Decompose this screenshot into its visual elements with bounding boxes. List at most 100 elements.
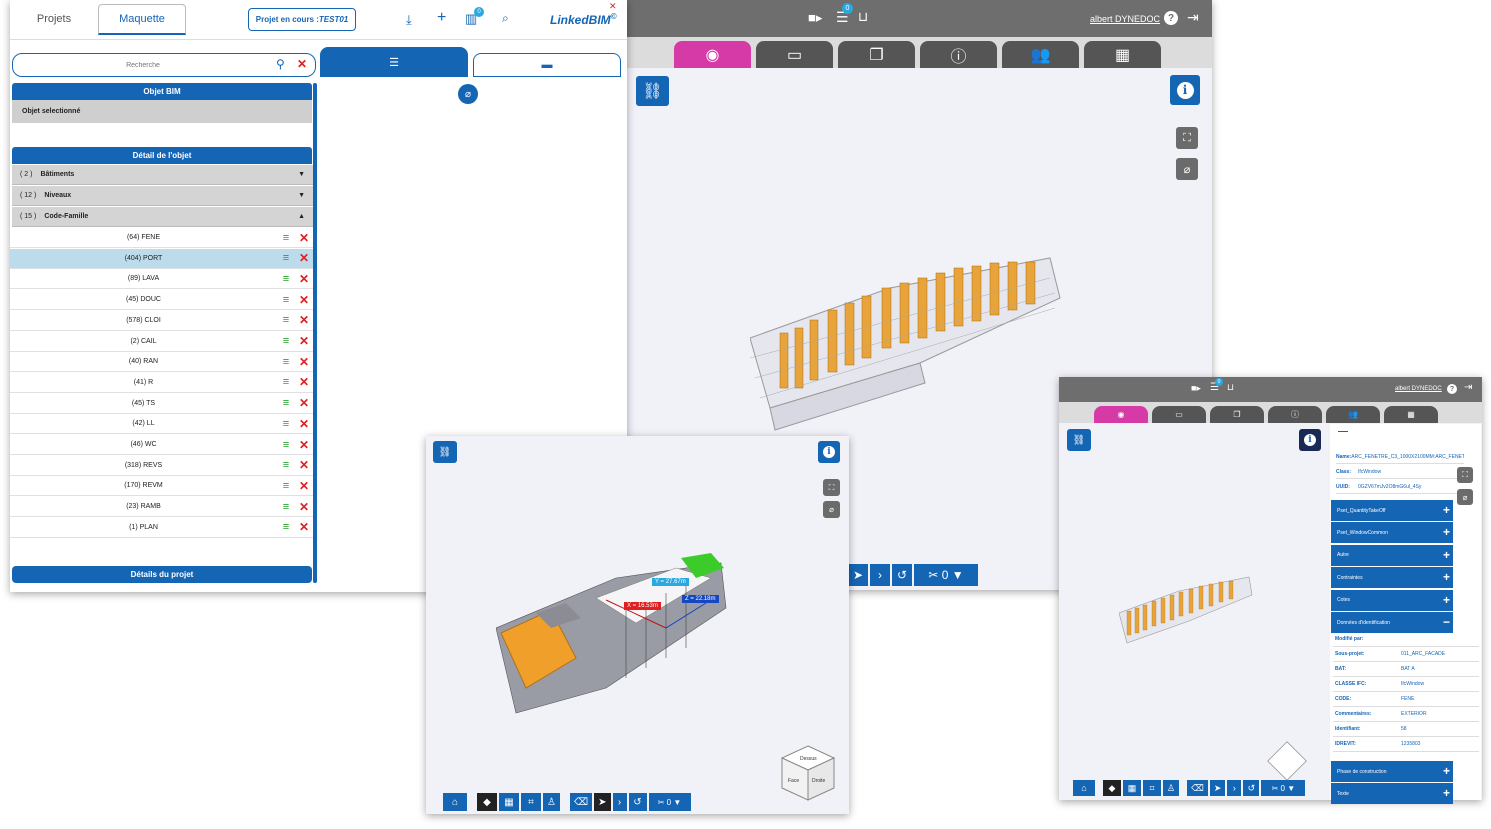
help-icon[interactable]: ? bbox=[1447, 384, 1457, 394]
tab-copy[interactable]: ❐ bbox=[838, 41, 915, 68]
filter-icon[interactable]: ≡ bbox=[277, 294, 295, 306]
property-section[interactable]: Texte + bbox=[1331, 783, 1453, 804]
attach-button[interactable]: ⌀ bbox=[458, 84, 478, 104]
filter-icon[interactable]: ≡ bbox=[277, 273, 295, 285]
property-section[interactable]: Données d'identification − bbox=[1331, 612, 1453, 633]
remove-icon[interactable]: ✕ bbox=[295, 251, 313, 265]
family-row[interactable]: (1) PLAN ≡ ✕ bbox=[10, 518, 313, 538]
info-button[interactable]: i bbox=[1299, 429, 1321, 451]
logout-icon[interactable]: ⇥ bbox=[1187, 9, 1199, 26]
remove-icon[interactable]: ✕ bbox=[295, 231, 313, 245]
remove-icon[interactable]: ✕ bbox=[295, 293, 313, 307]
attach-button[interactable]: ⌀ bbox=[1457, 489, 1473, 505]
fullscreen-button[interactable]: ⛶ bbox=[823, 479, 840, 496]
filter-icon[interactable]: ≡ bbox=[277, 480, 295, 492]
family-row[interactable]: (42) LL ≡ ✕ bbox=[10, 414, 313, 435]
remove-icon[interactable]: ✕ bbox=[295, 479, 313, 493]
family-row[interactable]: (40) RAN ≡ ✕ bbox=[10, 352, 313, 373]
tab-info[interactable]: ⓘ bbox=[1268, 406, 1322, 423]
undo-button[interactable]: ↺ bbox=[1243, 780, 1260, 796]
search-icon[interactable]: ⚲ bbox=[276, 57, 285, 71]
camera-icon[interactable]: ■▸ bbox=[808, 10, 822, 26]
undo-button[interactable]: ↺ bbox=[892, 564, 912, 586]
tab-comments[interactable]: ▭ bbox=[756, 41, 833, 68]
select-tool-button[interactable]: ➤ bbox=[848, 564, 868, 586]
filter-icon[interactable]: ≡ bbox=[277, 252, 295, 264]
remove-icon[interactable]: ✕ bbox=[295, 313, 313, 327]
home-button[interactable]: ⌂ bbox=[443, 793, 467, 811]
fullscreen-button[interactable]: ⛶ bbox=[1457, 467, 1473, 483]
nav-cube[interactable] bbox=[1267, 741, 1307, 781]
download-icon[interactable]: ⤓ bbox=[406, 12, 412, 28]
family-row[interactable]: (46) WC ≡ ✕ bbox=[10, 435, 313, 455]
search-doc-icon[interactable]: ⌕ bbox=[502, 11, 509, 26]
cube-button[interactable]: ◆ bbox=[477, 793, 497, 811]
attach-button[interactable]: ⌀ bbox=[1176, 158, 1198, 180]
next-button[interactable]: › bbox=[612, 793, 627, 811]
remove-icon[interactable]: ✕ bbox=[295, 500, 313, 514]
tab-info[interactable]: ⓘ bbox=[920, 41, 997, 68]
tab-grid[interactable]: ▦ bbox=[1084, 41, 1161, 68]
filter-icon[interactable]: ≡ bbox=[277, 356, 295, 368]
filter-icon[interactable]: ≡ bbox=[277, 418, 295, 430]
person-button[interactable]: ♙ bbox=[1163, 780, 1180, 796]
scrollbar[interactable] bbox=[313, 83, 317, 583]
grid-button[interactable]: ▦ bbox=[499, 793, 519, 811]
family-row[interactable]: (170) REVM ≡ ✕ bbox=[10, 476, 313, 497]
info-button[interactable]: i bbox=[1170, 75, 1200, 105]
next-button[interactable]: › bbox=[870, 564, 890, 586]
family-row[interactable]: (23) RAMB ≡ ✕ bbox=[10, 497, 313, 518]
filter-icon[interactable]: ≡ bbox=[277, 376, 295, 388]
remove-icon[interactable]: ✕ bbox=[295, 375, 313, 389]
viewer-canvas[interactable]: ⛓ i ⛶ ⌀ X = 16.53m Y = 27.67m Z = 22.18m… bbox=[426, 436, 849, 814]
family-row[interactable]: (45) DOUC ≡ ✕ bbox=[10, 290, 313, 311]
remove-icon[interactable]: ✕ bbox=[295, 334, 313, 348]
close-icon[interactable]: ✕ bbox=[609, 1, 617, 12]
filter-icon[interactable]: ≡ bbox=[277, 335, 295, 347]
tab-list[interactable]: ☰ bbox=[320, 47, 468, 77]
attach-button[interactable]: ⌀ bbox=[823, 501, 840, 518]
tab-users[interactable]: 👥 bbox=[1326, 406, 1380, 423]
filter-icon[interactable]: ≡ bbox=[277, 459, 295, 471]
basket-icon[interactable]: ⊔ bbox=[858, 9, 868, 25]
tab-users[interactable]: 👥 bbox=[1002, 41, 1079, 68]
filter-icon[interactable]: ≡ bbox=[277, 439, 295, 451]
remove-icon[interactable]: ✕ bbox=[295, 396, 313, 410]
family-row[interactable]: (2) CAIL ≡ ✕ bbox=[10, 332, 313, 352]
cut-tool-button[interactable]: ✂ 0 ▼ bbox=[1261, 780, 1306, 796]
eraser-button[interactable]: ⌫ bbox=[569, 793, 593, 811]
family-row[interactable]: (41) R ≡ ✕ bbox=[10, 373, 313, 393]
remove-icon[interactable]: ✕ bbox=[295, 355, 313, 369]
tab-comments[interactable]: ▬ bbox=[473, 53, 621, 77]
cube-button[interactable]: ◆ bbox=[1103, 780, 1121, 796]
logout-icon[interactable]: ⇥ bbox=[1464, 382, 1472, 393]
crop-button[interactable]: ⌗ bbox=[1143, 780, 1161, 796]
group-header[interactable]: ( 12 ) Niveaux ▼ bbox=[12, 186, 313, 206]
remove-icon[interactable]: ✕ bbox=[295, 438, 313, 452]
crop-button[interactable]: ⌗ bbox=[521, 793, 541, 811]
tree-button[interactable]: ⛓ bbox=[636, 76, 669, 106]
select-tool-button[interactable]: ➤ bbox=[1209, 780, 1226, 796]
user-name-link[interactable]: albert DYNEDOC bbox=[1090, 14, 1160, 24]
family-row[interactable]: (404) PORT ≡ ✕ bbox=[10, 248, 313, 269]
property-section[interactable]: Pset_QuantityTakeOff + bbox=[1331, 500, 1453, 521]
details-projet-button[interactable]: Détails du projet bbox=[12, 566, 312, 583]
filter-icon[interactable]: ≡ bbox=[277, 501, 295, 513]
remove-icon[interactable]: ✕ bbox=[295, 272, 313, 286]
filter-icon[interactable]: ≡ bbox=[277, 232, 295, 244]
select-tool-button[interactable]: ➤ bbox=[594, 793, 611, 811]
tree-button[interactable]: ⛓ bbox=[1067, 429, 1091, 451]
fullscreen-button[interactable]: ⛶ bbox=[1176, 127, 1198, 149]
info-button[interactable]: i bbox=[818, 441, 840, 463]
family-row[interactable]: (45) TS ≡ ✕ bbox=[10, 394, 313, 414]
property-section[interactable]: Autre + bbox=[1331, 544, 1453, 566]
undo-button[interactable]: ↺ bbox=[628, 793, 647, 811]
remove-icon[interactable]: ✕ bbox=[295, 520, 313, 534]
family-row[interactable]: (64) FENE ≡ ✕ bbox=[10, 228, 313, 248]
help-icon[interactable]: ? bbox=[1164, 11, 1178, 25]
grid-button[interactable]: ▦ bbox=[1123, 780, 1141, 796]
tab-projets[interactable]: Projets bbox=[10, 4, 98, 34]
camera-icon[interactable]: ■▸ bbox=[1191, 383, 1201, 394]
family-row[interactable]: (578) CLOI ≡ ✕ bbox=[10, 311, 313, 331]
group-header[interactable]: ( 2 ) Bâtiments ▼ bbox=[12, 165, 313, 185]
